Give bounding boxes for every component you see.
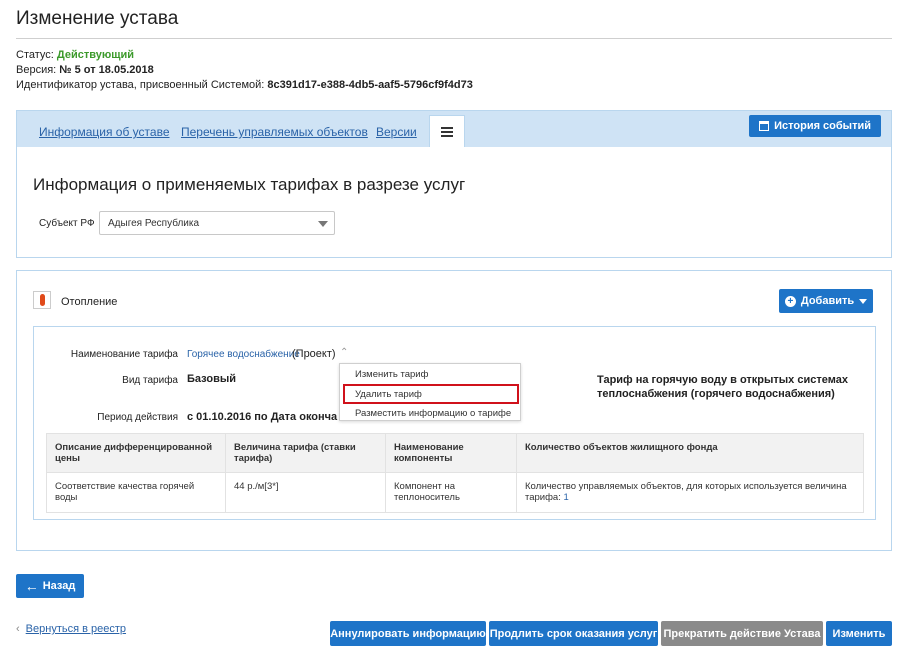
add-button-label: Добавить [800, 295, 855, 307]
add-button[interactable]: + Добавить [779, 289, 873, 313]
version-value: № 5 от 18.05.2018 [59, 64, 154, 76]
tab-managed-objects[interactable]: Перечень управляемых объектов [181, 125, 368, 139]
tariff-card: Наименование тарифа Горячее водоснабжени… [33, 326, 876, 520]
back-button-label: Назад [42, 580, 76, 592]
subject-value: Адыгея Республика [108, 218, 200, 229]
terminate-button[interactable]: Прекратить действие Устава [661, 621, 823, 646]
status-label: Статус: [16, 49, 54, 61]
plus-icon: + [784, 295, 796, 307]
arrow-left-icon: ← [24, 578, 39, 594]
id-line: Идентификатор устава, присвоенный Систем… [16, 78, 473, 93]
cell-count: Количество управляемых объектов, для кот… [516, 472, 864, 513]
event-history-label: История событий [774, 120, 871, 132]
tariff-period-label: Период действия [97, 412, 178, 423]
col-component: Наименование компоненты [385, 433, 517, 473]
table-header-row: Описание дифференцированной цены Величин… [46, 433, 864, 473]
tariff-type-label: Вид тарифа [122, 375, 178, 386]
tab-charter-info[interactable]: Информация об уставе [39, 125, 170, 139]
tariff-context-menu: Изменить тариф Удалить тариф Разместить … [339, 363, 521, 421]
cell-component: Компонент на теплоноситель [385, 472, 517, 513]
event-history-button[interactable]: История событий [749, 115, 881, 137]
return-to-registry-link[interactable]: ‹ Вернуться в реестр [16, 623, 126, 635]
subject-label: Субъект РФ [39, 218, 95, 229]
list-icon [441, 126, 453, 137]
heating-panel: Отопление + Добавить Наименование тарифа… [16, 270, 892, 551]
status-line: Статус: Действующий [16, 48, 473, 63]
caret-down-icon [859, 298, 868, 304]
tariff-description: Тариф на горячую воду в открытых система… [597, 374, 848, 400]
tab-bar: Информация об уставе Перечень управляемы… [17, 111, 891, 147]
count-text: Количество управляемых объектов, для кот… [525, 481, 847, 503]
id-label: Идентификатор устава, присвоенный Систем… [16, 79, 265, 91]
menu-item-edit-tariff[interactable]: Изменить тариф [355, 369, 428, 380]
subject-select[interactable]: Адыгея Республика [99, 211, 335, 235]
cell-description: Соответствие качества горячей воды [46, 472, 226, 513]
tariff-name-label: Наименование тарифа [70, 349, 178, 360]
tabs-panel: Информация об уставе Перечень управляемы… [16, 110, 892, 258]
title-divider [16, 38, 892, 39]
extend-button[interactable]: Продлить срок оказания услуг [489, 621, 658, 646]
thermometer-icon [33, 291, 51, 309]
tab-versions[interactable]: Версии [376, 125, 417, 139]
tariff-name-link[interactable]: Горячее водоснабжение [187, 349, 300, 360]
tab-tariffs[interactable] [429, 115, 465, 147]
status-badge: Действующий [56, 49, 135, 61]
chevron-up-icon[interactable]: ⌃ [340, 347, 348, 358]
tariff-table: Описание дифференцированной цены Величин… [46, 433, 864, 513]
charter-meta: Статус: Действующий Версия: № 5 от 18.05… [16, 48, 473, 93]
chevron-down-icon [318, 221, 328, 227]
annul-button[interactable]: Аннулировать информацию [330, 621, 486, 646]
edit-button[interactable]: Изменить [826, 621, 892, 646]
service-label: Отопление [61, 296, 118, 308]
tariff-status: (Проект) [292, 348, 336, 360]
tariff-type-value: Базовый [187, 373, 236, 385]
count-link[interactable]: 1 [564, 492, 569, 503]
table-row: Соответствие качества горячей воды 44 р.… [46, 472, 864, 513]
page-title: Изменение устава [16, 8, 179, 29]
col-count: Количество объектов жилищного фонда [516, 433, 864, 473]
menu-item-delete-tariff[interactable]: Удалить тариф [355, 389, 422, 400]
section-title: Информация о применяемых тарифах в разре… [33, 175, 466, 194]
chevron-left-icon: ‹ [16, 623, 20, 635]
back-button[interactable]: ← Назад [16, 574, 84, 598]
menu-item-publish-tariff[interactable]: Разместить информацию о тарифе [355, 408, 511, 419]
tariff-period-value: с 01.10.2016 по Дата оконча [187, 411, 338, 423]
id-value: 8c391d17-e388-4db5-aaf5-5796cf9f4d73 [267, 79, 473, 91]
calendar-icon [759, 121, 770, 131]
col-description: Описание дифференцированной цены [46, 433, 226, 473]
version-label: Версия: [16, 64, 57, 76]
version-line: Версия: № 5 от 18.05.2018 [16, 63, 473, 78]
col-value: Величина тарифа (ставки тарифа) [225, 433, 386, 473]
registry-link-label: Вернуться в реестр [25, 623, 127, 635]
cell-value: 44 р./м[3*] [225, 472, 386, 513]
